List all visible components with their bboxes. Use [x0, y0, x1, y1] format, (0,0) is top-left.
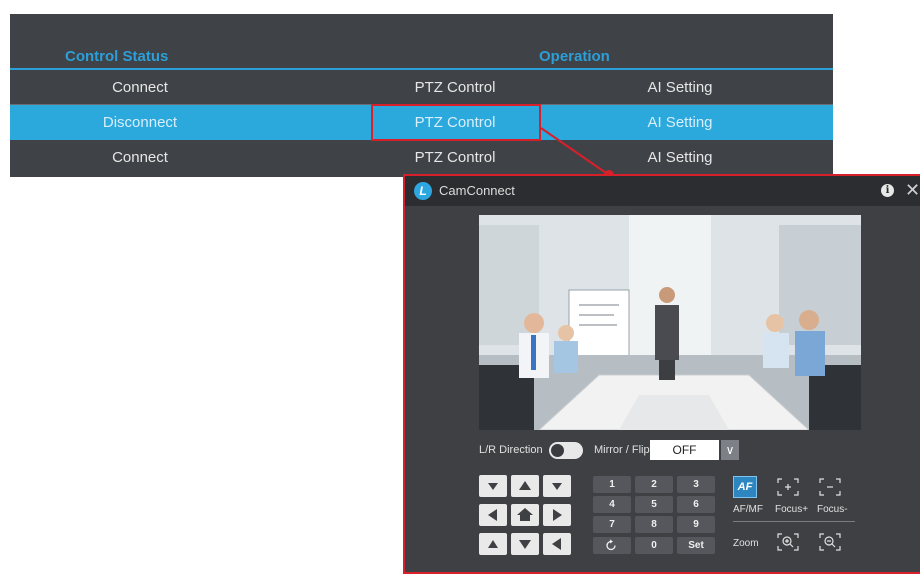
zoom-in-icon[interactable] [775, 531, 801, 553]
reset-button[interactable] [593, 537, 631, 554]
focus-zoom-divider [733, 521, 855, 522]
refresh-icon [606, 539, 616, 551]
pan-up-left-button[interactable] [479, 475, 507, 497]
pan-right-button[interactable] [543, 504, 571, 526]
mirror-flip-label: Mirror / Flip [594, 444, 650, 456]
preset-6-button[interactable]: 6 [677, 496, 715, 513]
ptz-control-highlight [371, 104, 541, 141]
preset-3-button[interactable]: 3 [677, 476, 715, 493]
ai-setting-link[interactable]: AI Setting [630, 79, 730, 96]
arrow-left-icon [488, 509, 497, 521]
focus-plus-label: Focus+ [775, 504, 809, 515]
zoom-out-icon[interactable] [817, 531, 843, 553]
preset-9-button[interactable]: 9 [677, 516, 715, 533]
preset-4-button[interactable]: 4 [593, 496, 631, 513]
pan-down-left-button[interactable] [479, 533, 507, 555]
pan-up-right-button[interactable] [543, 475, 571, 497]
arrow-down-icon [519, 540, 531, 549]
meeting-room-image [479, 215, 861, 430]
app-title: CamConnect [439, 183, 515, 198]
focus-plus-icon[interactable] [775, 476, 801, 498]
preset-2-button[interactable]: 2 [635, 476, 673, 493]
arrow-left-icon [552, 538, 561, 550]
preset-7-button[interactable]: 7 [593, 516, 631, 533]
chevron-down-icon[interactable]: ∨ [721, 440, 739, 460]
home-icon [517, 508, 533, 521]
camera-list-table: Control Status Operation Connect PTZ Con… [10, 14, 833, 177]
arrow-down-left-icon [488, 483, 498, 490]
af-mf-label: AF/MF [733, 504, 763, 515]
ai-setting-link[interactable]: AI Setting [630, 114, 730, 131]
header-divider [10, 68, 833, 70]
lr-direction-toggle[interactable] [549, 442, 583, 459]
header-operation: Operation [539, 48, 610, 65]
focus-minus-icon[interactable] [817, 476, 843, 498]
arrow-up-icon [519, 481, 531, 490]
table-row[interactable]: Connect PTZ Control AI Setting [10, 71, 833, 104]
title-bar: L CamConnect i ✕ [405, 176, 920, 206]
status-connect-button[interactable]: Connect [80, 149, 200, 166]
ai-setting-link[interactable]: AI Setting [630, 149, 730, 166]
tilt-down-button[interactable] [511, 533, 539, 555]
arrow-right-icon [553, 509, 562, 521]
close-icon[interactable]: ✕ [905, 180, 920, 201]
status-connect-button[interactable]: Connect [80, 79, 200, 96]
camconnect-window: L CamConnect i ✕ L/R Direction Mirror / … [403, 174, 920, 574]
table-row[interactable]: Connect PTZ Control AI Setting [10, 141, 833, 174]
camera-preview [479, 215, 861, 430]
arrow-down-right-icon [552, 483, 562, 490]
zoom-label: Zoom [733, 538, 759, 549]
app-logo-icon: L [414, 182, 432, 200]
info-icon[interactable]: i [881, 184, 894, 197]
lr-direction-label: L/R Direction [479, 444, 543, 456]
home-button[interactable] [511, 504, 539, 526]
arrow-up-left-icon [488, 540, 498, 548]
pan-left-button[interactable] [479, 504, 507, 526]
header-control-status: Control Status [65, 48, 169, 65]
preset-0-button[interactable]: 0 [635, 537, 673, 554]
focus-minus-label: Focus- [817, 504, 848, 515]
pan-down-right-button[interactable] [543, 533, 571, 555]
table-header: Control Status Operation [10, 45, 833, 69]
preset-set-button[interactable]: Set [677, 537, 715, 554]
tilt-up-button[interactable] [511, 475, 539, 497]
ptz-control-link[interactable]: PTZ Control [405, 149, 505, 166]
af-mf-button[interactable]: AF [733, 476, 757, 498]
preset-1-button[interactable]: 1 [593, 476, 631, 493]
preset-8-button[interactable]: 8 [635, 516, 673, 533]
status-disconnect-button[interactable]: Disconnect [80, 114, 200, 131]
ptz-control-link[interactable]: PTZ Control [405, 79, 505, 96]
mirror-flip-value: OFF [672, 443, 697, 457]
toggle-knob [551, 444, 564, 457]
mirror-flip-select[interactable]: OFF [650, 440, 719, 460]
preset-5-button[interactable]: 5 [635, 496, 673, 513]
